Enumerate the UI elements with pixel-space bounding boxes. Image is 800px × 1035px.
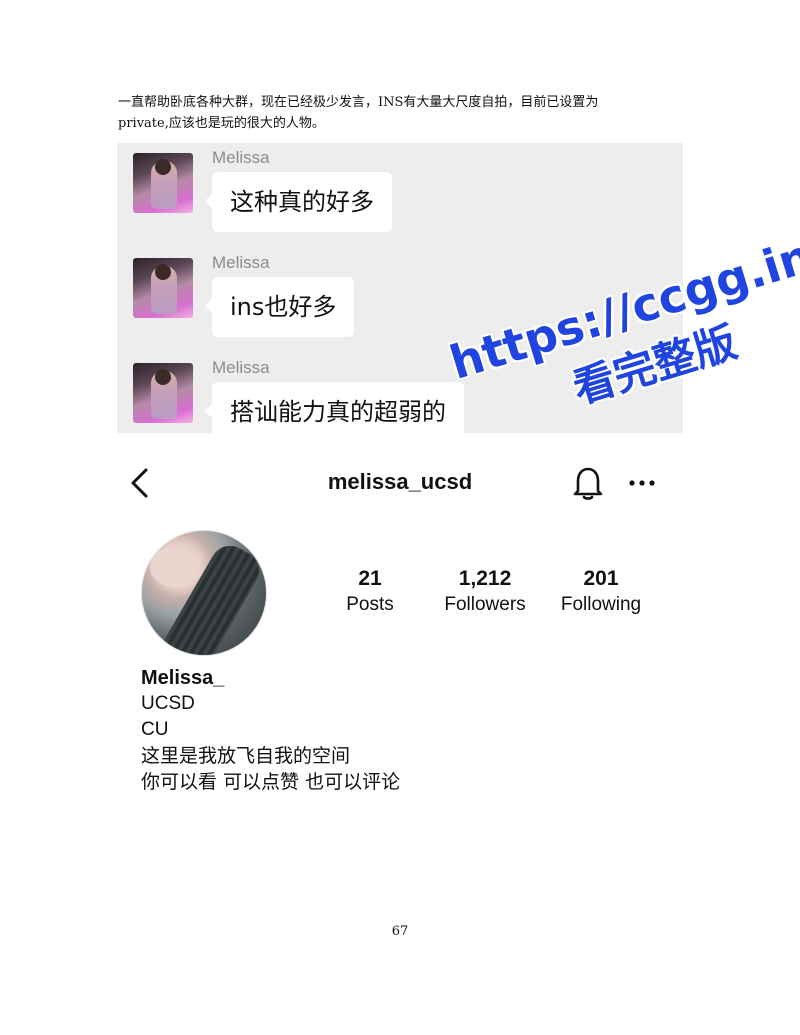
- chat-message: Melissa ins也好多: [117, 248, 683, 344]
- posts-count: 21: [358, 567, 382, 590]
- chat-message: Melissa 这种真的好多: [117, 143, 683, 239]
- profile-avatar[interactable]: [141, 530, 267, 656]
- sender-name: Melissa: [212, 148, 270, 167]
- profile-bio: Melissa_ UCSD CU 这里是我放飞自我的空间 你可以看 可以点赞 也…: [141, 665, 400, 795]
- following-stat[interactable]: 201 Following: [550, 566, 652, 618]
- bio-line: 这里是我放飞自我的空间: [141, 745, 351, 767]
- posts-stat[interactable]: 21 Posts: [335, 566, 405, 618]
- sender-avatar[interactable]: [133, 153, 193, 213]
- profile-username: melissa_ucsd: [327, 469, 473, 494]
- message-bubble[interactable]: 这种真的好多: [205, 172, 392, 232]
- chevron-left-icon[interactable]: [128, 467, 152, 499]
- sender-name: Melissa: [212, 358, 270, 377]
- message-bubble[interactable]: 搭讪能力真的超弱的: [205, 382, 464, 433]
- chat-screenshot: Melissa 这种真的好多 Melissa ins也好多 Melissa 搭讪…: [117, 143, 683, 433]
- profile-header: melissa_ucsd: [0, 455, 800, 515]
- more-dots-icon[interactable]: [628, 471, 656, 495]
- followers-stat[interactable]: 1,212 Followers: [430, 566, 540, 618]
- bell-icon[interactable]: [571, 464, 605, 500]
- bio-line: UCSD: [141, 693, 195, 714]
- intro-line-1: 一直帮助卧底各种大群，现在已经极少发言，INS有大量大尺度自拍，目前已设置为: [118, 95, 599, 110]
- intro-paragraph: 一直帮助卧底各种大群，现在已经极少发言，INS有大量大尺度自拍，目前已设置为 p…: [118, 92, 698, 134]
- page-number: 67: [391, 924, 409, 939]
- sender-name: Melissa: [212, 253, 270, 272]
- followers-count: 1,212: [458, 567, 512, 590]
- chat-message: Melissa 搭讪能力真的超弱的: [117, 353, 683, 433]
- bio-line: 你可以看 可以点赞 也可以评论: [141, 771, 401, 793]
- following-count: 201: [583, 567, 619, 590]
- sender-avatar[interactable]: [133, 363, 193, 423]
- sender-avatar[interactable]: [133, 258, 193, 318]
- following-label: Following: [560, 594, 642, 615]
- message-bubble[interactable]: ins也好多: [204, 277, 355, 337]
- bio-line: CU: [141, 719, 169, 740]
- posts-label: Posts: [346, 594, 394, 615]
- followers-label: Followers: [444, 594, 526, 615]
- display-name: Melissa_: [141, 667, 225, 689]
- intro-line-2: private,应该也是玩的很大的人物。: [118, 116, 325, 131]
